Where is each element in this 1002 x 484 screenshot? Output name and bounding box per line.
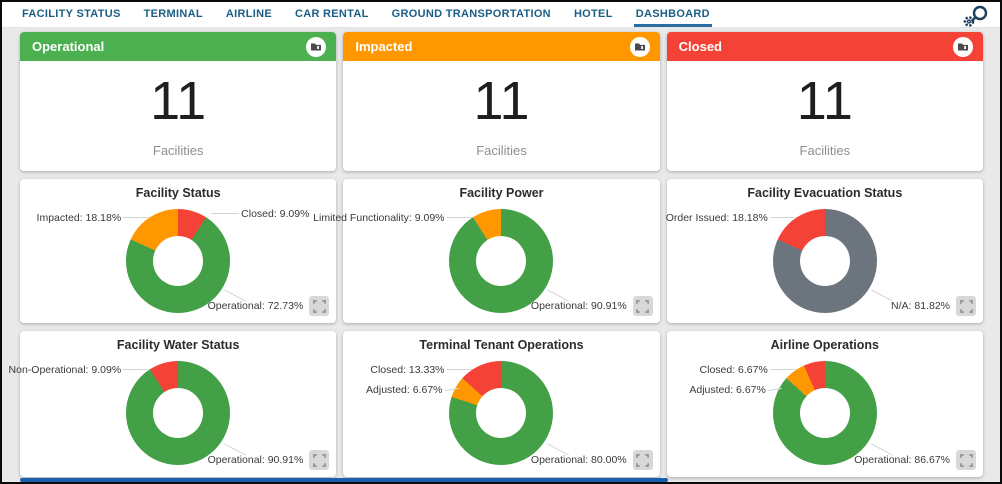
label-leader-line [211,213,239,214]
donut-chart [773,209,877,313]
chart-card-facility-evacuation-status: Facility Evacuation Status N/A: 81.82% Or… [667,179,983,323]
chart-card-terminal-tenant-operations: Terminal Tenant Operations Operational: … [343,331,659,477]
chart-title: Facility Evacuation Status [667,179,983,200]
fullscreen-expand-icon [960,300,973,313]
fullscreen-expand-icon [313,454,326,467]
label-leader-line [123,217,148,218]
chart-title: Facility Power [343,179,659,200]
expand-chart-button[interactable] [633,296,653,316]
donut-slice-label: Operational: 90.91% [531,300,627,312]
label-leader-line [770,217,795,218]
donut-slice-label: Operational: 90.91% [208,454,304,466]
summary-card-title: Closed [679,39,722,54]
summary-row: Operational 11 Facilities Impacted 11 Fa… [20,32,983,171]
chart-row-1: Facility Status Closed: 9.09% Operational… [20,179,983,323]
expand-chart-button[interactable] [956,450,976,470]
chart-row-2: Facility Water Status Operational: 90.91… [20,331,983,477]
summary-card-header: Closed [667,32,983,61]
expand-chart-button[interactable] [956,296,976,316]
summary-card-body: 11 Facilities [343,74,659,158]
donut-slice-label: Operational: 72.73% [208,300,304,312]
facility-count-unit: Facilities [20,143,336,158]
donut-slice-label: N/A: 81.82% [891,300,950,312]
report-button[interactable] [953,37,973,57]
donut-chart [126,361,230,465]
report-button[interactable] [306,37,326,57]
summary-card-closed: Closed 11 Facilities [667,32,983,171]
donut-slice-label: Operational: 86.67% [854,454,950,466]
report-icon [310,41,322,52]
report-button[interactable] [630,37,650,57]
donut-slice-label: Order Issued: 18.18% [666,212,768,224]
summary-card-body: 11 Facilities [20,74,336,158]
chart-card-facility-water-status: Facility Water Status Operational: 90.91… [20,331,336,477]
summary-card-body: 11 Facilities [667,74,983,158]
summary-card-title: Operational [32,39,104,54]
label-leader-line [447,217,472,218]
summary-card-operational: Operational 11 Facilities [20,32,336,171]
donut-slice-label: Closed: 6.67% [700,364,768,376]
fullscreen-expand-icon [636,300,649,313]
chart-card-facility-power: Facility Power Operational: 90.91%Limite… [343,179,659,323]
dashboard-content: Operational 11 Facilities Impacted 11 Fa… [2,28,1000,477]
chart-title: Facility Status [20,179,336,200]
expand-chart-button[interactable] [633,450,653,470]
chart-title: Terminal Tenant Operations [343,331,659,352]
facility-count-unit: Facilities [343,143,659,158]
fullscreen-expand-icon [313,300,326,313]
tab-terminal[interactable]: TERMINAL [142,2,205,27]
donut-slice-label: Limited Functionality: 9.09% [313,212,444,224]
donut-chart [773,361,877,465]
summary-card-header: Impacted [343,32,659,61]
fullscreen-expand-icon [960,454,973,467]
label-leader-line [447,369,472,370]
expand-chart-button[interactable] [309,296,329,316]
donut-slice-label: Closed: 13.33% [370,364,444,376]
summary-card-header: Operational [20,32,336,61]
chart-title: Airline Operations [667,331,983,352]
summary-card-title: Impacted [355,39,412,54]
donut-slice-label: Operational: 80.00% [531,454,627,466]
top-navbar: FACILITY STATUS TERMINAL AIRLINE CAR REN… [2,2,1000,28]
report-icon [957,41,969,52]
tab-car-rental[interactable]: CAR RENTAL [293,2,371,27]
donut-slice-label: Adjusted: 6.67% [689,384,765,396]
donut-slice-label: Adjusted: 6.67% [366,384,442,396]
facility-count: 11 [343,74,659,128]
donut-chart [449,209,553,313]
facility-count: 11 [20,74,336,128]
fullscreen-expand-icon [636,454,649,467]
donut-slice-label: Closed: 9.09% [241,208,309,220]
summary-card-impacted: Impacted 11 Facilities [343,32,659,171]
tab-ground-transportation[interactable]: GROUND TRANSPORTATION [390,2,553,27]
tab-facility-status[interactable]: FACILITY STATUS [20,2,123,27]
label-leader-line [123,369,148,370]
donut-slice-label: Non-Operational: 9.09% [9,364,122,376]
tab-airline[interactable]: AIRLINE [224,2,274,27]
tab-hotel[interactable]: HOTEL [572,2,615,27]
report-icon [634,41,646,52]
donut-slice-label: Impacted: 18.18% [37,212,122,224]
donut-chart [449,361,553,465]
facility-count: 11 [667,74,983,128]
label-leader-line [871,289,893,301]
donut-chart [126,209,230,313]
tab-dashboard[interactable]: DASHBOARD [634,2,712,27]
horizontal-scrollbar[interactable] [20,478,668,482]
search-settings-icon[interactable] [960,4,992,30]
chart-title: Facility Water Status [20,331,336,352]
facility-count-unit: Facilities [667,143,983,158]
chart-card-facility-status: Facility Status Closed: 9.09% Operational… [20,179,336,323]
chart-card-airline-operations: Airline Operations Operational: 86.67% Ad… [667,331,983,477]
expand-chart-button[interactable] [309,450,329,470]
label-leader-line [770,369,795,370]
